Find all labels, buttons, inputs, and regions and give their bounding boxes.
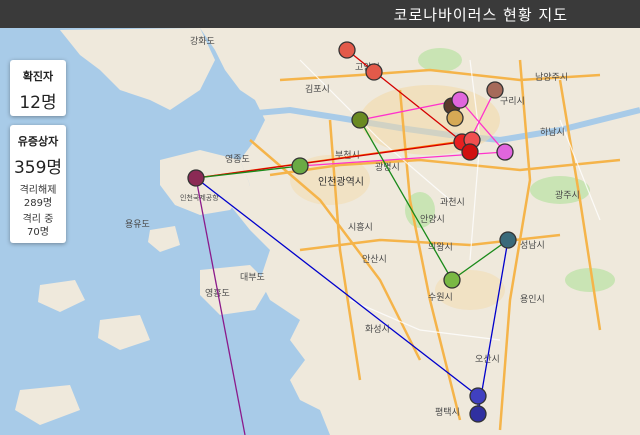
map-canvas[interactable]: 고양시 김포시 부천시 인천광역시 광명시 시흥시 안산시 안양시 과천시 의왕… — [0, 28, 640, 435]
case-marker[interactable] — [187, 169, 205, 187]
park-area — [418, 48, 462, 72]
label-gwangju: 광주시 — [555, 189, 580, 201]
case-marker[interactable] — [486, 81, 504, 99]
released-count: 289명 — [23, 198, 53, 209]
label-namyangju: 남양주시 — [535, 72, 568, 83]
label-yongin: 용인시 — [520, 294, 545, 305]
label-yeongjong: 영종도 — [225, 154, 250, 165]
label-seongnam: 성남시 — [520, 240, 545, 251]
confirmed-label: 확진자 — [22, 70, 54, 83]
case-marker[interactable] — [365, 63, 383, 81]
isolating-label: 격리 중 — [22, 214, 54, 225]
page-title: 코로나바이러스 현황 지도 — [393, 6, 568, 24]
label-incheon: 인천광역시 — [318, 176, 364, 188]
label-guri: 구리시 — [500, 96, 525, 107]
confirmed-count: 12명 — [19, 93, 57, 113]
label-ganghwa: 강화도 — [190, 36, 215, 47]
confirmed-card: 확진자 12명 — [10, 60, 66, 116]
label-anyang: 안양시 — [420, 214, 445, 225]
top-header: 코로나바이러스 현황 지도 — [0, 0, 640, 28]
label-gimpo: 김포시 — [305, 83, 330, 95]
isolating-count: 70명 — [27, 227, 49, 238]
label-hanam: 하남시 — [540, 127, 565, 138]
label-gwacheon: 과천시 — [440, 197, 465, 208]
suspected-count: 359명 — [13, 158, 63, 178]
case-marker[interactable] — [351, 111, 369, 129]
label-yongyu: 용유도 — [125, 219, 150, 230]
case-marker[interactable] — [443, 271, 461, 289]
case-marker[interactable] — [291, 157, 309, 175]
label-ansan: 안산시 — [362, 254, 387, 265]
case-marker[interactable] — [461, 143, 479, 161]
case-marker[interactable] — [499, 231, 517, 249]
released-label: 격리해제 — [19, 185, 57, 196]
case-marker[interactable] — [496, 143, 514, 161]
suspected-label: 유증상자 — [17, 135, 59, 148]
case-marker[interactable] — [451, 91, 469, 109]
case-marker[interactable] — [469, 405, 487, 423]
case-marker[interactable] — [338, 41, 356, 59]
case-marker[interactable] — [446, 109, 464, 127]
suspected-card: 유증상자 359명 격리해제 289명 격리 중 70명 — [10, 125, 66, 243]
case-marker[interactable] — [469, 387, 487, 405]
label-suwon: 수원시 — [428, 292, 453, 303]
label-siheung: 시흥시 — [348, 221, 373, 233]
label-daebu: 대부도 — [240, 272, 265, 283]
label-pyeongtaek: 평택시 — [435, 407, 460, 418]
